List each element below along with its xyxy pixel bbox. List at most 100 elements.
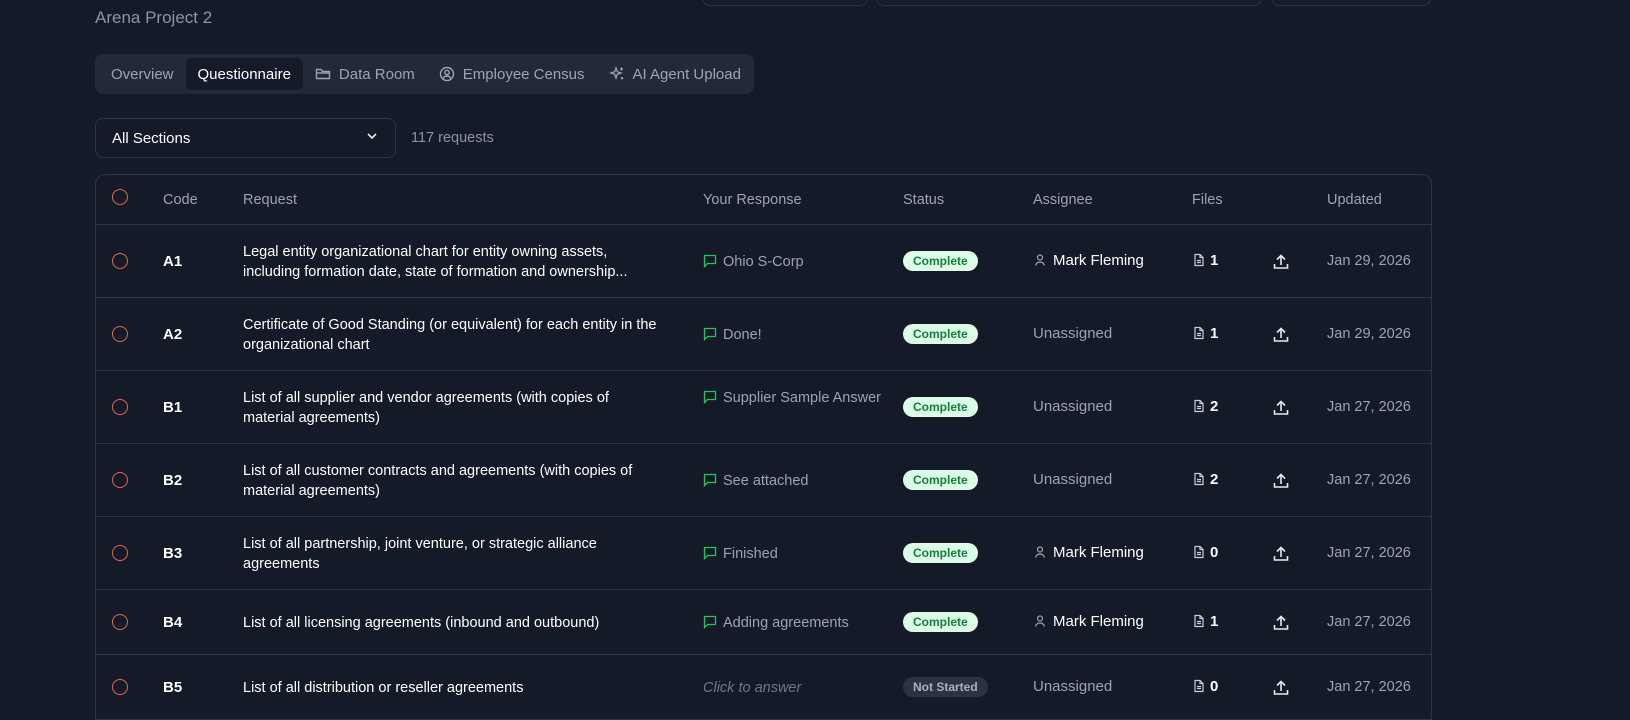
tab-bar: Overview Questionnaire Data Room Employe… — [95, 54, 754, 94]
tab-ai-agent-upload[interactable]: AI Agent Upload — [597, 58, 753, 90]
request-text[interactable]: List of all distribution or reseller agr… — [243, 678, 663, 698]
response-cell[interactable]: Supplier Sample Answer — [703, 388, 883, 408]
message-icon — [703, 254, 717, 268]
upload-icon[interactable] — [1272, 614, 1290, 632]
assignee-name: Unassigned — [1033, 397, 1113, 415]
requests-table: Code Request Your Response Status Assign… — [95, 174, 1432, 720]
table-header: Code Request Your Response Status Assign… — [96, 175, 1431, 225]
request-code: B3 — [163, 544, 183, 562]
row-checkbox[interactable] — [112, 613, 128, 630]
header-status: Status — [903, 192, 945, 208]
message-icon — [703, 615, 717, 629]
assignee-cell[interactable]: Unassigned — [1033, 325, 1112, 342]
top-control-3[interactable] — [1271, 0, 1431, 6]
request-text[interactable]: List of all customer contracts and agree… — [243, 461, 663, 501]
response-cell[interactable]: Done! — [703, 325, 883, 345]
user-icon — [1033, 253, 1047, 267]
assignee-cell[interactable]: Mark Fleming — [1033, 544, 1144, 561]
file-icon — [1192, 545, 1206, 559]
files-count[interactable]: 0 — [1192, 544, 1218, 561]
status-badge: Complete — [903, 250, 978, 271]
request-text[interactable]: List of all partnership, joint venture, … — [243, 534, 663, 574]
user-icon — [1033, 545, 1047, 559]
assignee-cell[interactable]: Mark Fleming — [1033, 252, 1144, 269]
section-select[interactable]: All Sections — [95, 118, 396, 158]
assignee-cell[interactable]: Unassigned — [1033, 471, 1112, 488]
table-row[interactable]: A2 Certificate of Good Standing (or equiv… — [96, 298, 1431, 371]
file-icon — [1192, 679, 1206, 693]
tab-overview[interactable]: Overview — [99, 58, 186, 90]
updated-date: Jan 27, 2026 — [1327, 398, 1411, 415]
row-checkbox[interactable] — [112, 325, 128, 342]
sparkles-icon — [608, 66, 625, 82]
select-all-checkbox[interactable] — [112, 189, 128, 205]
status-badge: Complete — [903, 542, 978, 563]
request-text[interactable]: Legal entity organizational chart for en… — [243, 242, 663, 282]
assignee-cell[interactable]: Mark Fleming — [1033, 613, 1144, 630]
files-count[interactable]: 1 — [1192, 613, 1218, 630]
table-row[interactable]: B2 List of all customer contracts and agr… — [96, 444, 1431, 517]
files-number: 2 — [1210, 470, 1219, 488]
request-text[interactable]: Certificate of Good Standing (or equival… — [243, 315, 663, 355]
upload-icon[interactable] — [1272, 679, 1290, 697]
upload-icon[interactable] — [1272, 253, 1290, 271]
status-badge: Complete — [903, 611, 978, 632]
files-count[interactable]: 1 — [1192, 252, 1218, 269]
file-icon — [1192, 614, 1206, 628]
table-row[interactable]: B4 List of all licensing agreements (inbo… — [96, 590, 1431, 655]
upload-icon[interactable] — [1272, 545, 1290, 563]
request-text[interactable]: List of all supplier and vendor agreemen… — [243, 388, 663, 428]
request-code: B2 — [163, 471, 183, 489]
response-cell[interactable]: See attached — [703, 471, 883, 491]
files-number: 0 — [1210, 543, 1219, 561]
response-text: Done! — [723, 326, 762, 343]
message-icon — [703, 546, 717, 560]
files-count[interactable]: 2 — [1192, 398, 1218, 415]
status-badge: Not Started — [903, 676, 988, 697]
response-placeholder[interactable]: Click to answer — [703, 678, 883, 698]
table-row[interactable]: A1 Legal entity organizational chart for … — [96, 225, 1431, 298]
top-control-1[interactable] — [702, 0, 868, 6]
message-icon — [703, 473, 717, 487]
table-row[interactable]: B1 List of all supplier and vendor agreem… — [96, 371, 1431, 444]
updated-date: Jan 27, 2026 — [1327, 678, 1411, 695]
message-icon — [703, 327, 717, 341]
table-row[interactable]: B5 List of all distribution or reseller a… — [96, 655, 1431, 720]
row-checkbox[interactable] — [112, 544, 128, 561]
upload-icon[interactable] — [1272, 472, 1290, 490]
table-row[interactable]: B3 List of all partnership, joint venture… — [96, 517, 1431, 590]
tab-employee-census[interactable]: Employee Census — [427, 58, 597, 90]
assignee-cell[interactable]: Unassigned — [1033, 398, 1112, 415]
request-text[interactable]: List of all licensing agreements (inboun… — [243, 613, 663, 633]
row-checkbox[interactable] — [112, 398, 128, 415]
request-code: B4 — [163, 613, 183, 631]
tab-data-room[interactable]: Data Room — [303, 58, 427, 90]
tab-label: Employee Census — [462, 65, 585, 83]
files-count[interactable]: 2 — [1192, 471, 1218, 488]
status-badge: Complete — [903, 396, 978, 417]
header-assignee: Assignee — [1033, 192, 1093, 208]
row-checkbox[interactable] — [112, 252, 128, 269]
files-count[interactable]: 1 — [1192, 325, 1218, 342]
files-count[interactable]: 0 — [1192, 678, 1218, 695]
top-control-2[interactable] — [876, 0, 1262, 6]
upload-icon[interactable] — [1272, 326, 1290, 344]
upload-icon[interactable] — [1272, 399, 1290, 417]
header-updated: Updated — [1327, 192, 1382, 208]
assignee-cell[interactable]: Unassigned — [1033, 678, 1112, 695]
response-cell[interactable]: Finished — [703, 544, 883, 564]
tab-label: AI Agent Upload — [632, 65, 741, 83]
tab-questionnaire[interactable]: Questionnaire — [185, 58, 303, 90]
assignee-name: Mark Fleming — [1053, 251, 1144, 269]
file-icon — [1192, 472, 1206, 486]
request-count: 117 requests — [411, 130, 494, 146]
header-request: Request — [243, 192, 298, 208]
chevron-down-icon — [365, 129, 379, 147]
files-number: 1 — [1210, 251, 1219, 269]
status-badge: Complete — [903, 469, 978, 490]
message-icon — [703, 390, 717, 404]
row-checkbox[interactable] — [112, 678, 128, 695]
response-cell[interactable]: Ohio S-Corp — [703, 252, 883, 272]
response-cell[interactable]: Adding agreements — [703, 613, 883, 633]
row-checkbox[interactable] — [112, 471, 128, 488]
